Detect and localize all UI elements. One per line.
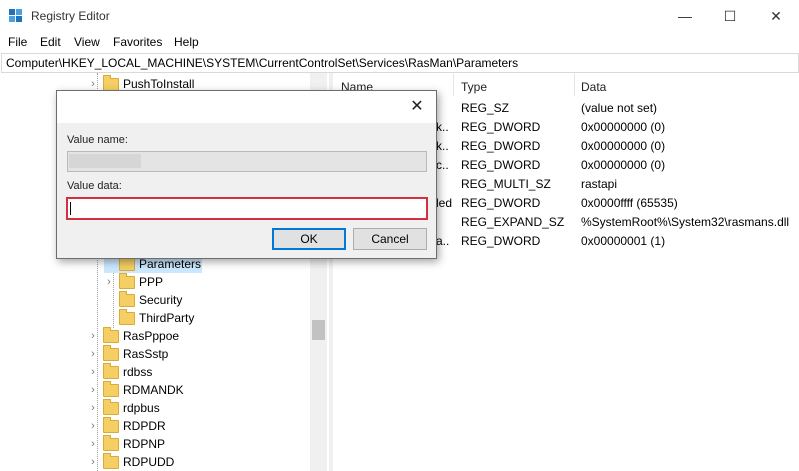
folder-icon: [103, 435, 119, 451]
dialog-title-bar: [57, 91, 436, 123]
value-data: rastapi: [581, 177, 618, 191]
menu-help[interactable]: Help: [174, 35, 199, 49]
folder-icon: [103, 417, 119, 433]
registry-editor-icon: [9, 9, 22, 22]
value-type: REG_DWORD: [461, 158, 541, 172]
tree-item-label: PPP: [139, 275, 164, 289]
value-name-label: Value name:: [67, 134, 128, 146]
chevron-right-icon[interactable]: ›: [88, 327, 98, 345]
edit-value-dialog: ✕ Value name: Value data: OK Cancel: [56, 90, 437, 259]
chevron-right-icon[interactable]: ›: [88, 435, 98, 453]
folder-icon: [103, 399, 119, 415]
folder-icon: [119, 309, 135, 325]
title-bar: Registry Editor — ☐ ✕: [0, 0, 799, 32]
ok-button[interactable]: OK: [272, 228, 346, 250]
value-data: 0x00000000 (0): [581, 120, 666, 134]
value-name: k..: [436, 139, 449, 153]
value-type: REG_MULTI_SZ: [461, 177, 551, 191]
tree-item-label: Security: [139, 293, 183, 307]
tree-item-ppp[interactable]: › PPP: [104, 273, 284, 291]
folder-icon: [103, 453, 119, 469]
value-type: REG_DWORD: [461, 120, 541, 134]
close-icon[interactable]: ✕: [407, 97, 427, 117]
tree-item-thirdparty[interactable]: ThirdParty: [104, 309, 284, 327]
tree-item-label: rdbss: [123, 365, 153, 379]
tree-scrollbar-thumb[interactable]: [312, 320, 325, 340]
value-data-input[interactable]: [66, 197, 428, 220]
tree-item-label: RDPDR: [123, 419, 166, 433]
tree-item-label: rdpbus: [123, 401, 160, 415]
chevron-right-icon[interactable]: ›: [104, 273, 114, 291]
value-type: REG_EXPAND_SZ: [461, 215, 565, 229]
tree-item-label: RDMANDK: [123, 383, 184, 397]
tree-item-security[interactable]: Security: [104, 291, 284, 309]
column-header-data[interactable]: Data: [581, 80, 606, 94]
column-header-type[interactable]: Type: [461, 80, 487, 94]
column-divider[interactable]: [574, 74, 575, 96]
address-bar[interactable]: Computer\HKEY_LOCAL_MACHINE\SYSTEM\Curre…: [1, 53, 799, 73]
chevron-right-icon[interactable]: ›: [88, 417, 98, 435]
tree-item-rdpudd[interactable]: › RDPUDD: [88, 453, 288, 471]
cancel-button[interactable]: Cancel: [353, 228, 427, 250]
value-data: 0x0000ffff (65535): [581, 196, 678, 210]
maximize-button[interactable]: ☐: [707, 0, 753, 32]
tree-item-rdpbus[interactable]: › rdpbus: [88, 399, 288, 417]
folder-icon: [103, 345, 119, 361]
value-name: k..: [436, 120, 449, 134]
folder-icon: [119, 273, 135, 289]
tree-item-rdpdr[interactable]: › RDPDR: [88, 417, 288, 435]
folder-icon: [103, 327, 119, 343]
tree-item-raspppoe[interactable]: › RasPppoe: [88, 327, 288, 345]
tree-item-rdpnp[interactable]: › RDPNP: [88, 435, 288, 453]
menu-edit[interactable]: Edit: [40, 35, 61, 49]
folder-icon: [119, 291, 135, 307]
tree-item-label: RDPNP: [123, 437, 166, 451]
menu-file[interactable]: File: [8, 35, 27, 49]
tree-item-label: RasPppoe: [123, 329, 180, 343]
value-data-label: Value data:: [67, 180, 122, 192]
chevron-right-icon[interactable]: ›: [88, 399, 98, 417]
value-type: REG_SZ: [461, 101, 510, 115]
value-type: REG_DWORD: [461, 139, 541, 153]
minimize-button[interactable]: —: [662, 0, 708, 32]
tree-item-rdbss[interactable]: › rdbss: [88, 363, 288, 381]
chevron-right-icon[interactable]: ›: [88, 363, 98, 381]
tree-item-label: RDPUDD: [123, 455, 175, 469]
folder-icon: [103, 381, 119, 397]
window-title: Registry Editor: [31, 9, 110, 23]
menu-view[interactable]: View: [74, 35, 100, 49]
value-data: %SystemRoot%\System32\rasmans.dll: [581, 215, 790, 229]
value-type: REG_DWORD: [461, 234, 541, 248]
folder-icon: [103, 363, 119, 379]
tree-item-rassstp[interactable]: › RasSstp: [88, 345, 288, 363]
address-path: Computer\HKEY_LOCAL_MACHINE\SYSTEM\Curre…: [6, 56, 519, 70]
chevron-right-icon[interactable]: ›: [88, 453, 98, 471]
text-caret: [70, 202, 71, 215]
chevron-right-icon[interactable]: ›: [88, 345, 98, 363]
value-data: 0x00000000 (0): [581, 158, 666, 172]
folder-open-icon: [119, 255, 135, 271]
chevron-right-icon[interactable]: ›: [88, 381, 98, 399]
value-name: a..: [436, 234, 450, 248]
value-data: 0x00000001 (1): [581, 234, 666, 248]
value-name: c..: [436, 158, 449, 172]
tree-item-rdmandk[interactable]: › RDMANDK: [88, 381, 288, 399]
value-name: led: [436, 196, 453, 210]
close-window-button[interactable]: ✕: [753, 0, 799, 32]
column-divider[interactable]: [453, 74, 454, 96]
tree-item-label: RasSstp: [123, 347, 169, 361]
value-data: (value not set): [581, 101, 658, 115]
value-name-field: [67, 151, 427, 172]
value-type: REG_DWORD: [461, 196, 541, 210]
value-name-redacted: [69, 154, 141, 168]
value-data: 0x00000000 (0): [581, 139, 666, 153]
tree-item-label: ThirdParty: [139, 311, 195, 325]
menu-bar: File Edit View Favorites Help: [0, 32, 799, 52]
menu-favorites[interactable]: Favorites: [113, 35, 162, 49]
